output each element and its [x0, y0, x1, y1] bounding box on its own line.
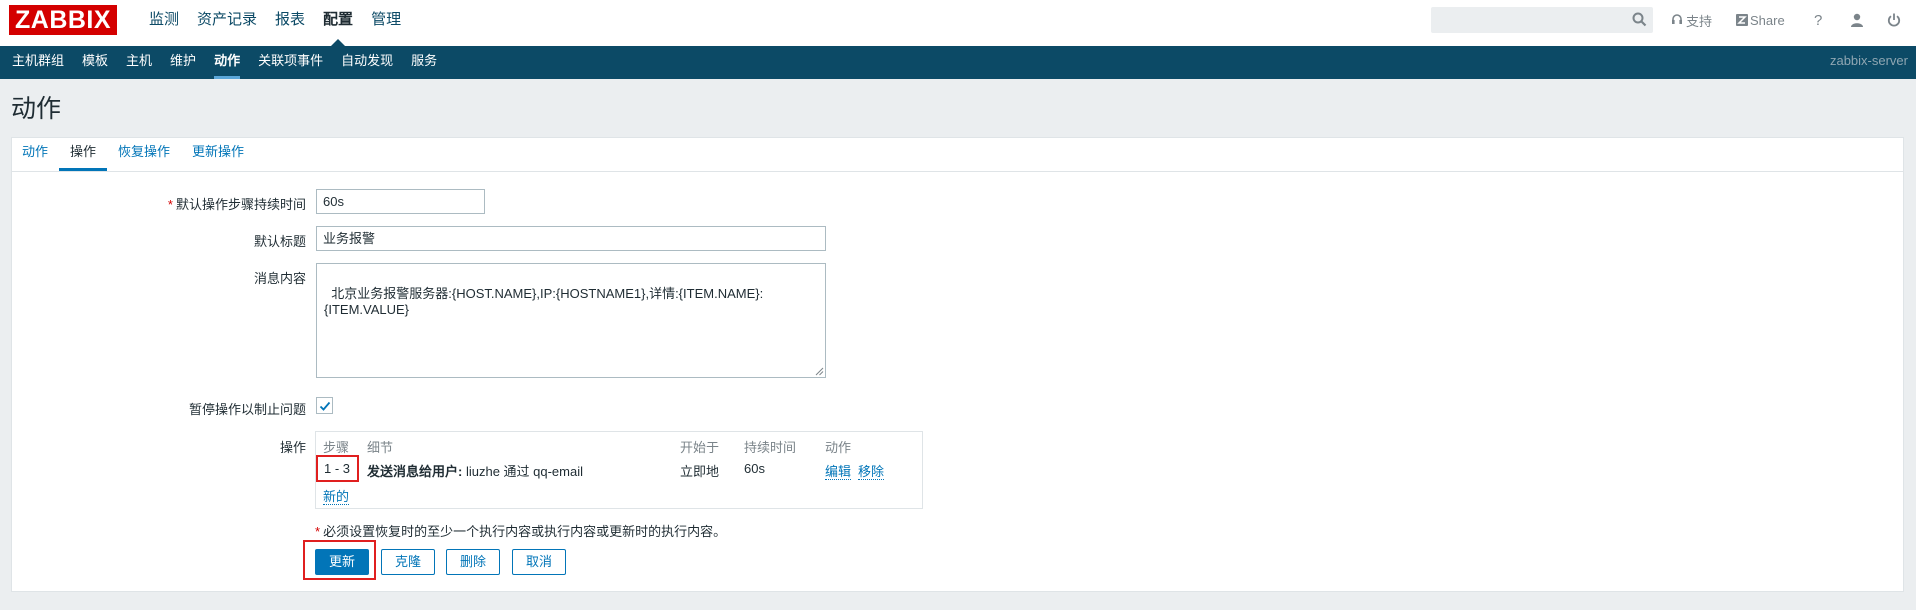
operation-start: 立即地 [680, 464, 720, 479]
submenu-event-correlation[interactable]: 关联项事件 [249, 46, 332, 79]
submenu-host-groups[interactable]: 主机群组 [3, 46, 73, 79]
search-input[interactable] [1431, 7, 1653, 33]
update-button[interactable]: 更新 [315, 549, 369, 575]
tab-action[interactable]: 动作 [11, 137, 59, 171]
clone-button[interactable]: 克隆 [381, 549, 435, 575]
message-label: 消息内容 [253, 271, 306, 286]
menu-monitoring[interactable]: 监测 [140, 0, 188, 46]
subject-label: 默认标题 [253, 234, 306, 249]
submenu-templates[interactable]: 模板 [73, 46, 117, 79]
share-label: Share [1750, 12, 1785, 28]
user-icon [1851, 13, 1863, 27]
col-details: 细节 [367, 440, 394, 455]
pause-label: 暂停操作以制止问题 [188, 402, 306, 417]
submenu-discovery[interactable]: 自动发现 [332, 46, 402, 79]
support-link[interactable]: 支持 [1671, 0, 1712, 40]
submenu-hosts[interactable]: 主机 [117, 46, 161, 79]
search-icon[interactable] [1632, 12, 1647, 27]
required-mark: * [167, 197, 173, 212]
user-profile-button[interactable] [1850, 0, 1864, 40]
required-note: * 必须设置恢复时的至少一个执行内容或执行内容或更新时的执行内容。 [315, 524, 727, 539]
message-text: 北京业务报警服务器:{HOST.NAME},IP:{HOSTNAME1},详情:… [324, 286, 764, 317]
menu-administration[interactable]: 管理 [362, 0, 410, 46]
menu-inventory[interactable]: 资产记录 [188, 0, 266, 46]
sub-menu: 主机群组 模板 主机 维护 动作 关联项事件 自动发现 服务 zabbix-se… [0, 46, 1916, 79]
col-start-in: 开始于 [680, 440, 720, 455]
operation-duration: 60s [744, 461, 765, 476]
submenu-maintenance[interactable]: 维护 [161, 46, 205, 79]
share-icon [1736, 14, 1748, 26]
remove-operation-link[interactable]: 移除 [858, 461, 885, 480]
col-action: 动作 [825, 440, 852, 455]
zabbix-logo[interactable]: ZABBIX [9, 5, 118, 35]
share-link[interactable]: Share [1736, 0, 1785, 40]
submenu-actions[interactable]: 动作 [205, 46, 249, 79]
col-steps: 步骤 [323, 440, 350, 455]
col-duration: 持续时间 [744, 440, 797, 455]
delete-button[interactable]: 删除 [446, 549, 500, 575]
tab-update-operations[interactable]: 更新操作 [181, 137, 255, 171]
step-duration-label: * 默认操作步骤持续时间 [167, 197, 306, 212]
power-icon [1887, 13, 1901, 27]
tab-recovery-operations[interactable]: 恢复操作 [107, 137, 181, 171]
tab-bar: 动作 操作 恢复操作 更新操作 [11, 137, 255, 171]
pause-checkbox[interactable] [316, 397, 333, 414]
tab-operations[interactable]: 操作 [59, 137, 108, 171]
checkmark-icon [319, 401, 331, 411]
operation-details: 发送消息给用户: liuzhe 通过 qq-email [367, 464, 584, 479]
edit-operation-link[interactable]: 编辑 [825, 461, 852, 480]
page-title: 动作 [11, 95, 62, 123]
top-header: ZABBIX 监测 资产记录 报表 配置 管理 支持 Share ? [0, 0, 1916, 46]
menu-configuration[interactable]: 配置 [314, 0, 362, 46]
headset-icon [1672, 14, 1682, 24]
help-button[interactable]: ? [1814, 0, 1822, 40]
step-duration-input[interactable]: 60s [316, 189, 485, 214]
sign-out-button[interactable] [1887, 0, 1901, 40]
support-label: 支持 [1686, 13, 1713, 29]
menu-reports[interactable]: 报表 [266, 0, 314, 46]
submenu-services[interactable]: 服务 [402, 46, 446, 79]
cancel-button[interactable]: 取消 [512, 549, 566, 575]
subject-input[interactable]: 业务报警 [316, 226, 826, 251]
main-menu: 监测 资产记录 报表 配置 管理 [140, 0, 410, 46]
operations-label: 操作 [279, 440, 306, 455]
tab-divider [11, 171, 1904, 172]
new-operation-link[interactable]: 新的 [323, 486, 350, 505]
resize-handle-icon[interactable] [814, 366, 824, 376]
steps-highlight-box [316, 455, 359, 482]
message-textarea[interactable]: 北京业务报警服务器:{HOST.NAME},IP:{HOSTNAME1},详情:… [316, 263, 826, 378]
server-name: zabbix-server [1829, 53, 1908, 68]
